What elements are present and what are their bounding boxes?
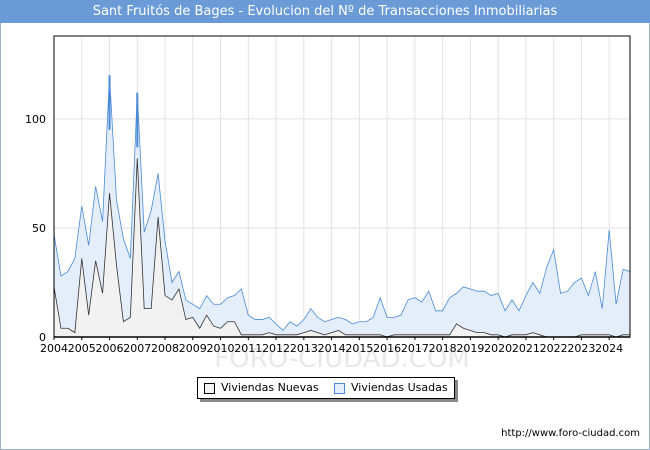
x-tick-label: 2022 bbox=[540, 342, 568, 355]
x-tick-label: 2024 bbox=[595, 342, 623, 355]
x-tick-label: 2016 bbox=[373, 342, 401, 355]
x-tick-label: 2018 bbox=[429, 342, 457, 355]
x-tick-label: 2007 bbox=[123, 342, 151, 355]
x-tick-label: 2023 bbox=[567, 342, 595, 355]
y-tick-label: 100 bbox=[25, 113, 46, 126]
legend-swatch-nuevas bbox=[204, 383, 215, 394]
x-tick-label: 2005 bbox=[68, 342, 96, 355]
y-tick-label: 50 bbox=[32, 222, 46, 235]
legend-label-usadas: Viviendas Usadas bbox=[351, 381, 448, 394]
legend: Viviendas Nuevas Viviendas Usadas bbox=[197, 377, 455, 399]
x-tick-label: 2008 bbox=[151, 342, 179, 355]
x-tick-label: 2013 bbox=[290, 342, 318, 355]
x-tick-label: 2017 bbox=[401, 342, 429, 355]
legend-label-nuevas: Viviendas Nuevas bbox=[221, 381, 319, 394]
x-tick-label: 2021 bbox=[512, 342, 540, 355]
legend-swatch-usadas bbox=[334, 383, 345, 394]
x-tick-label: 2004 bbox=[40, 342, 68, 355]
x-tick-label: 2009 bbox=[179, 342, 207, 355]
footer-url: http://www.foro-ciudad.com bbox=[501, 428, 640, 439]
x-tick-label: 2020 bbox=[484, 342, 512, 355]
x-tick-label: 2010 bbox=[207, 342, 235, 355]
x-tick-label: 2014 bbox=[318, 342, 346, 355]
x-tick-label: 2012 bbox=[262, 342, 290, 355]
x-tick-label: 2015 bbox=[345, 342, 373, 355]
x-tick-label: 2019 bbox=[456, 342, 484, 355]
x-tick-label: 2011 bbox=[234, 342, 262, 355]
x-tick-label: 2006 bbox=[96, 342, 124, 355]
